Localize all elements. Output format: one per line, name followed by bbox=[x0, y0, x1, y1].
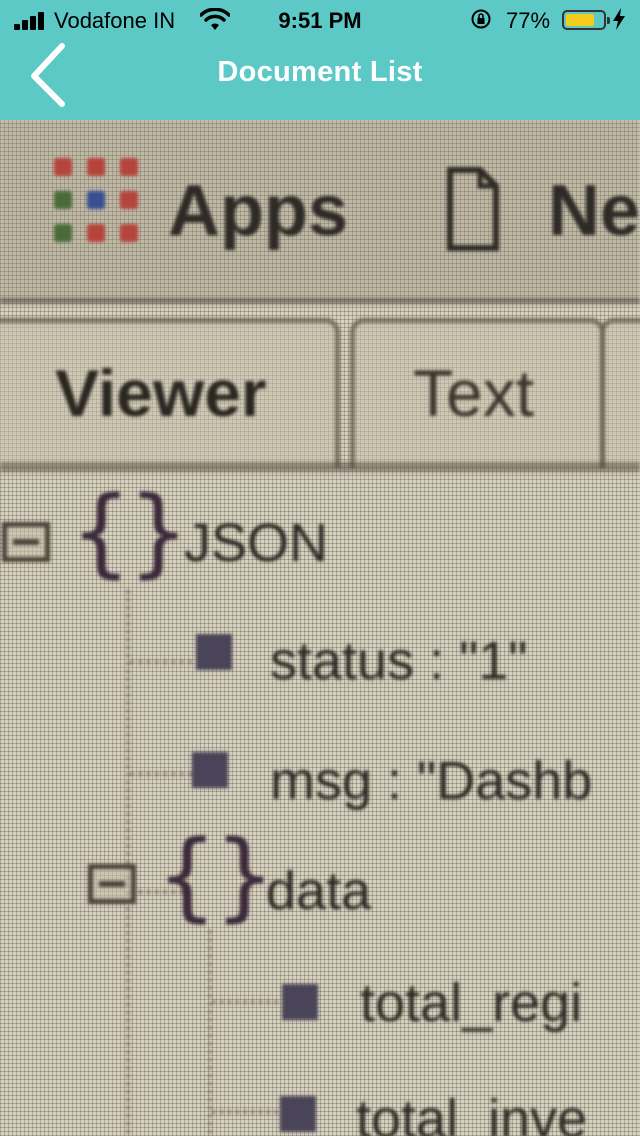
divider bbox=[0, 298, 640, 304]
braces-icon: {} bbox=[158, 820, 274, 932]
tree-guide bbox=[212, 1000, 278, 1004]
collapse-toggle bbox=[88, 864, 136, 904]
tree-node-root: JSON bbox=[184, 513, 329, 573]
tree-guide bbox=[208, 930, 212, 1136]
tree-guide bbox=[130, 660, 192, 664]
tab-partial bbox=[600, 318, 640, 468]
tree-node-status: status : "1" bbox=[270, 631, 528, 691]
battery-percent: 77% bbox=[506, 8, 551, 33]
tree-guide bbox=[130, 772, 192, 776]
collapse-toggle bbox=[2, 522, 50, 562]
braces-icon: {} bbox=[72, 476, 188, 588]
tree-node-data: data bbox=[266, 861, 372, 921]
bookmark-label: Ne bbox=[548, 171, 640, 251]
rotation-lock-icon bbox=[471, 9, 491, 29]
apps-label: Apps bbox=[168, 171, 348, 251]
value-bullet-icon bbox=[196, 634, 232, 670]
top-bar: Vodafone IN 9:51 PM 77% Document List bbox=[0, 0, 640, 120]
value-bullet-icon bbox=[280, 1096, 316, 1132]
status-bar: Vodafone IN 9:51 PM 77% bbox=[0, 0, 640, 40]
tab-viewer: Viewer bbox=[0, 318, 340, 468]
tab-viewer-label: Viewer bbox=[55, 356, 267, 430]
tree-guide bbox=[126, 590, 130, 1136]
battery-icon bbox=[562, 10, 610, 30]
tab-underline bbox=[0, 462, 640, 472]
charging-bolt-icon bbox=[613, 8, 625, 30]
tab-text: Text bbox=[350, 318, 605, 468]
value-bullet-icon bbox=[282, 984, 318, 1020]
tree-node-total-inve: total_inve bbox=[356, 1089, 588, 1136]
tree-node-total-regi: total_regi bbox=[360, 973, 583, 1033]
tree-guide bbox=[212, 1110, 278, 1114]
value-bullet-icon bbox=[192, 752, 228, 788]
document-photo: Apps Ne Viewer Text {} JSON status : "1" bbox=[0, 120, 640, 1136]
document-icon bbox=[447, 167, 499, 251]
tab-text-label: Text bbox=[413, 356, 535, 430]
page-title: Document List bbox=[217, 56, 423, 88]
tree-node-msg: msg : "Dashb bbox=[270, 751, 593, 811]
apps-grid-icon bbox=[54, 158, 138, 242]
